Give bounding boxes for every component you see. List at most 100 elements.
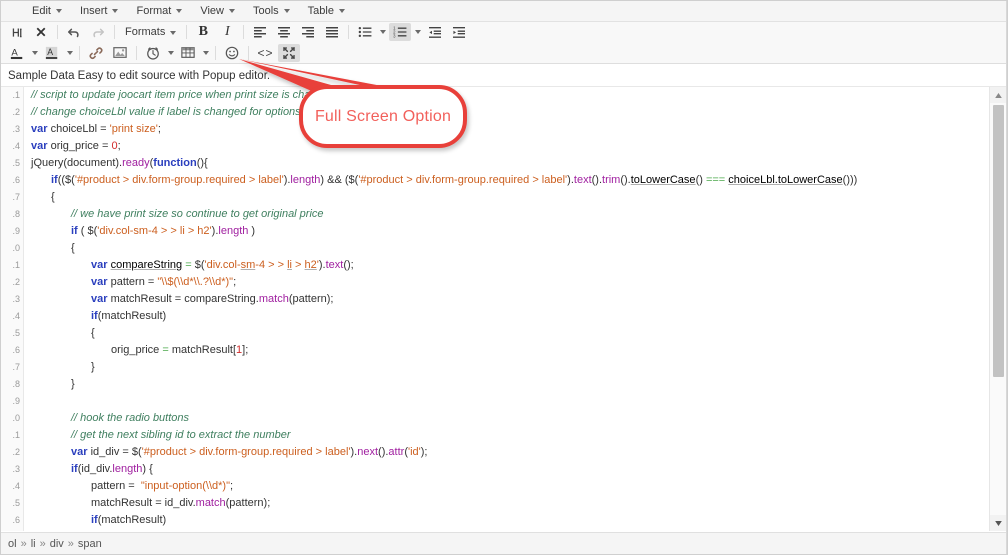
code-line[interactable]: 1. // get the next sibling id to extract … [1,427,990,444]
code-line[interactable]: 6. if(matchResult) [1,512,990,529]
code-scroll-region[interactable]: 1. // script to update joocart item price… [1,87,990,531]
code-line-source[interactable]: if(matchResult) [23,512,166,529]
code-line[interactable]: 0. // hook the radio buttons [1,410,990,427]
numbered-list-icon[interactable]: 123 [389,23,412,41]
remove-format-icon[interactable] [30,23,52,41]
indent-icon[interactable] [448,23,470,41]
breadcrumb-item[interactable]: ol [8,538,17,550]
table-dropdown[interactable] [200,44,211,62]
menu-format[interactable]: Format [127,2,191,21]
menu-tools[interactable]: Tools [244,2,299,21]
outdent-icon[interactable] [424,23,446,41]
code-line-source[interactable]: if(id_div.length) { [23,461,153,478]
code-line[interactable]: 1. var compareString = $('div.col-sm-4 > … [1,257,990,274]
align-center-icon[interactable] [273,23,295,41]
code-line[interactable]: 0. { [1,240,990,257]
undo-icon[interactable] [63,23,85,41]
redo-icon[interactable] [87,23,109,41]
code-line-source[interactable]: if(matchResult) [23,308,166,325]
code-line[interactable]: 5. { [1,325,990,342]
code-line-source[interactable]: var pattern = "\\$(\\d*\\.?\\d*)"; [23,274,236,291]
text-color-icon[interactable]: A [6,44,28,62]
menu-table[interactable]: Table [299,2,354,21]
code-line[interactable]: 8. // we have print size so continue to g… [1,206,990,223]
code-line[interactable]: 9. if ( $('div.col-sm-4 > > li > h2').len… [1,223,990,240]
code-line[interactable]: 3. var matchResult = compareString.match(… [1,291,990,308]
code-line-source[interactable]: { [23,189,55,206]
bold-icon[interactable]: B [192,23,214,41]
code-line[interactable]: 8.} [1,376,990,393]
code-line[interactable]: 2. var pattern = "\\$(\\d*\\.?\\d*)"; [1,274,990,291]
code-icon[interactable]: < > [254,44,276,62]
code-line-source[interactable]: jQuery(document).ready(function(){ [23,155,208,172]
code-line-source[interactable]: } [23,376,75,393]
code-line-source[interactable]: var choiceLbl = 'print size'; [23,121,161,138]
code-line[interactable]: 5. matchResult = id_div.match(pattern); [1,495,990,512]
fullscreen-icon[interactable] [278,43,300,62]
breadcrumb-item[interactable]: div [50,538,64,550]
code-line[interactable]: 5. jQuery(document).ready(function(){ [1,155,990,172]
code-line[interactable]: 7.{ [1,529,990,531]
menu-edit[interactable]: Edit [23,2,71,21]
code-line[interactable]: 3. if(id_div.length) { [1,461,990,478]
source-code-area[interactable]: 1. // script to update joocart item price… [1,86,1007,531]
datetime-icon[interactable] [142,44,164,62]
menu-insert[interactable]: Insert [71,2,128,21]
menu-view[interactable]: View [191,2,244,21]
bullet-list-icon[interactable] [354,23,376,41]
vertical-scrollbar-thumb[interactable] [993,105,1004,377]
formats-dropdown[interactable]: Formats [120,23,181,41]
code-line[interactable]: 7.} [1,359,990,376]
code-line-source[interactable]: var matchResult = compareString.match(pa… [23,291,333,308]
code-line[interactable]: 4. if(matchResult) [1,308,990,325]
code-line-source[interactable] [23,393,31,410]
code-line[interactable]: 1. // script to update joocart item price… [1,87,990,104]
code-line-source[interactable]: // get the next sibling id to extract th… [23,427,291,444]
emoticon-icon[interactable] [221,44,243,62]
code-line-source[interactable]: if(($('#product > div.form-group.require… [23,172,857,189]
code-line-source[interactable]: } [23,359,95,376]
code-line-source[interactable]: pattern = "input-option(\\d*)"; [23,478,233,495]
vertical-scrollbar[interactable] [989,87,1007,531]
text-color-dropdown[interactable] [29,44,40,62]
code-line-source[interactable]: // we have print size so continue to get… [23,206,324,223]
align-left-icon[interactable] [249,23,271,41]
code-line-source[interactable]: matchResult = id_div.match(pattern); [23,495,270,512]
scroll-down-arrow[interactable] [990,515,1007,531]
breadcrumb-item[interactable]: span [78,538,102,550]
code-line-source[interactable]: if ( $('div.col-sm-4 > > li > h2').lengt… [23,223,255,240]
code-line[interactable]: 6. orig_price = matchResult[1]; [1,342,990,359]
code-line-source[interactable]: // change choiceLbl value if label is ch… [23,104,301,121]
code-line-source[interactable]: { [23,529,95,531]
bullet-list-dropdown[interactable] [377,23,388,41]
code-line[interactable]: 3. var choiceLbl = 'print size'; [1,121,990,138]
italic-icon[interactable]: I [216,23,238,41]
code-line-source[interactable]: // hook the radio buttons [23,410,189,427]
scroll-up-arrow[interactable] [990,87,1007,103]
code-line[interactable]: 6. if(($('#product > div.form-group.requi… [1,172,990,189]
align-justify-icon[interactable] [321,23,343,41]
code-line-source[interactable]: var id_div = $('#product > div.form-grou… [23,444,428,461]
code-line-source[interactable]: // script to update joocart item price w… [23,87,338,104]
code-line[interactable]: 2. var id_div = $('#product > div.form-gr… [1,444,990,461]
code-lines[interactable]: 1. // script to update joocart item price… [1,87,990,531]
image-icon[interactable] [109,44,131,62]
datetime-dropdown[interactable] [165,44,176,62]
source-code-icon[interactable] [6,23,28,41]
link-icon[interactable] [85,44,107,62]
code-line[interactable]: 7.{ [1,189,990,206]
code-line-source[interactable]: var compareString = $('div.col-sm-4 > > … [23,257,354,274]
breadcrumb-item[interactable]: li [31,538,36,550]
code-line[interactable]: 9. [1,393,990,410]
code-line-source[interactable]: { [23,240,75,257]
code-line[interactable]: 4. var orig_price = 0; [1,138,990,155]
code-line-source[interactable]: var orig_price = 0; [23,138,121,155]
code-line-source[interactable]: orig_price = matchResult[1]; [23,342,248,359]
table-icon[interactable] [177,44,199,62]
background-color-dropdown[interactable] [64,44,75,62]
numbered-list-dropdown[interactable] [412,23,423,41]
code-line[interactable]: 2. // change choiceLbl value if label is … [1,104,990,121]
code-line[interactable]: 4. pattern = "input-option(\\d*)"; [1,478,990,495]
background-color-icon[interactable]: A [41,44,63,62]
align-right-icon[interactable] [297,23,319,41]
